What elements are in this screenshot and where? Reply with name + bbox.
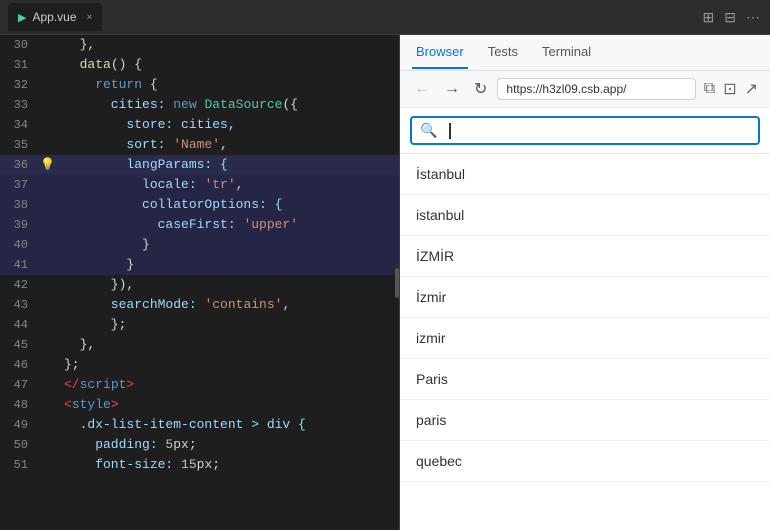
- line-number: 33: [0, 95, 40, 115]
- line-number: 41: [0, 255, 40, 275]
- list-item[interactable]: İZMİR: [400, 236, 770, 277]
- tab-label: App.vue: [32, 10, 76, 24]
- line-content: .dx-list-item-content > div {: [60, 415, 399, 435]
- line-content: data() {: [60, 55, 399, 75]
- lightbulb-icon[interactable]: 💡: [40, 155, 56, 175]
- line-content: }: [60, 235, 399, 255]
- list-item[interactable]: izmir: [400, 318, 770, 359]
- list-item[interactable]: quebec: [400, 441, 770, 482]
- line-content: font-size: 15px;: [60, 455, 399, 475]
- more-actions-icon[interactable]: ⋯: [744, 7, 762, 28]
- address-bar[interactable]: [497, 78, 695, 100]
- copy-icon[interactable]: ⊡: [721, 77, 738, 101]
- line-content: },: [60, 335, 399, 355]
- list-item[interactable]: İzmir: [400, 277, 770, 318]
- line-number: 40: [0, 235, 40, 255]
- close-icon[interactable]: ×: [87, 12, 93, 23]
- line-content: }: [60, 255, 399, 275]
- search-icon: 🔍: [420, 122, 437, 139]
- tab-bar-actions: ⊞ ⊟ ⋯: [701, 7, 762, 28]
- line-number: 44: [0, 315, 40, 335]
- line-number: 30: [0, 35, 40, 55]
- browser-tabs: Browser Tests Terminal: [400, 35, 770, 71]
- forward-button[interactable]: →: [440, 78, 464, 100]
- search-box[interactable]: 🔍: [410, 116, 760, 145]
- main-content: 30 }, 31 data() { 32 return { 33 cities: ne…: [0, 35, 770, 530]
- browser-panel: Browser Tests Terminal ← → ↻ ⧉ ⊡ ↗ 🔍: [400, 35, 770, 530]
- line-content: };: [60, 315, 399, 335]
- line-content: searchMode: 'contains',: [60, 295, 399, 315]
- line-number: 49: [0, 415, 40, 435]
- line-content: padding: 5px;: [60, 435, 399, 455]
- line-content: store: cities,: [60, 115, 399, 135]
- search-container: 🔍: [400, 108, 770, 154]
- line-content: </script>: [60, 375, 399, 395]
- line-content: collatorOptions: {: [60, 195, 399, 215]
- tab-bar: ▶ App.vue × ⊞ ⊟ ⋯: [0, 0, 770, 35]
- line-number: 47: [0, 375, 40, 395]
- line-number: 50: [0, 435, 40, 455]
- line-content: <style>: [60, 395, 399, 415]
- line-content: sort: 'Name',: [60, 135, 399, 155]
- code-panel: 30 }, 31 data() { 32 return { 33 cities: ne…: [0, 35, 400, 530]
- line-number: 38: [0, 195, 40, 215]
- cursor: [449, 123, 451, 139]
- line-number: 43: [0, 295, 40, 315]
- line-number: 39: [0, 215, 40, 235]
- line-content: locale: 'tr',: [60, 175, 399, 195]
- vue-icon: ▶: [18, 11, 26, 24]
- line-number: 34: [0, 115, 40, 135]
- line-number: 36: [0, 155, 40, 175]
- tab-tests[interactable]: Tests: [484, 36, 522, 69]
- line-content: langParams: {: [60, 155, 399, 175]
- line-content: },: [60, 35, 399, 55]
- list-item[interactable]: istanbul: [400, 195, 770, 236]
- editor-layout-icon[interactable]: ⊟: [722, 7, 738, 28]
- tab-browser[interactable]: Browser: [412, 36, 468, 69]
- line-content: cities: new DataSource({: [60, 95, 399, 115]
- line-number: 46: [0, 355, 40, 375]
- reload-button[interactable]: ↻: [470, 77, 491, 101]
- line-number: 31: [0, 55, 40, 75]
- resize-handle[interactable]: [395, 268, 399, 298]
- line-number: 51: [0, 455, 40, 475]
- line-content: };: [60, 355, 399, 375]
- code-editor[interactable]: 30 }, 31 data() { 32 return { 33 cities: ne…: [0, 35, 399, 530]
- split-editor-icon[interactable]: ⊞: [701, 7, 717, 28]
- list-item[interactable]: paris: [400, 400, 770, 441]
- list-item[interactable]: Paris: [400, 359, 770, 400]
- list-item[interactable]: İstanbul: [400, 154, 770, 195]
- browser-action-icons: ⧉ ⊡ ↗: [702, 77, 760, 101]
- share-icon[interactable]: ⧉: [702, 78, 717, 100]
- city-list[interactable]: İstanbulistanbulİZMİRİzmirizmirParispari…: [400, 154, 770, 530]
- browser-toolbar: ← → ↻ ⧉ ⊡ ↗: [400, 71, 770, 108]
- line-number: 35: [0, 135, 40, 155]
- tab-terminal[interactable]: Terminal: [538, 36, 595, 69]
- line-content: return {: [60, 75, 399, 95]
- line-number: 42: [0, 275, 40, 295]
- line-content: }),: [60, 275, 399, 295]
- back-button[interactable]: ←: [410, 78, 434, 100]
- app-vue-tab[interactable]: ▶ App.vue ×: [8, 3, 102, 31]
- line-number: 48: [0, 395, 40, 415]
- line-content: caseFirst: 'upper': [60, 215, 399, 235]
- line-number: 45: [0, 335, 40, 355]
- line-number: 32: [0, 75, 40, 95]
- open-external-icon[interactable]: ↗: [743, 77, 760, 101]
- line-number: 37: [0, 175, 40, 195]
